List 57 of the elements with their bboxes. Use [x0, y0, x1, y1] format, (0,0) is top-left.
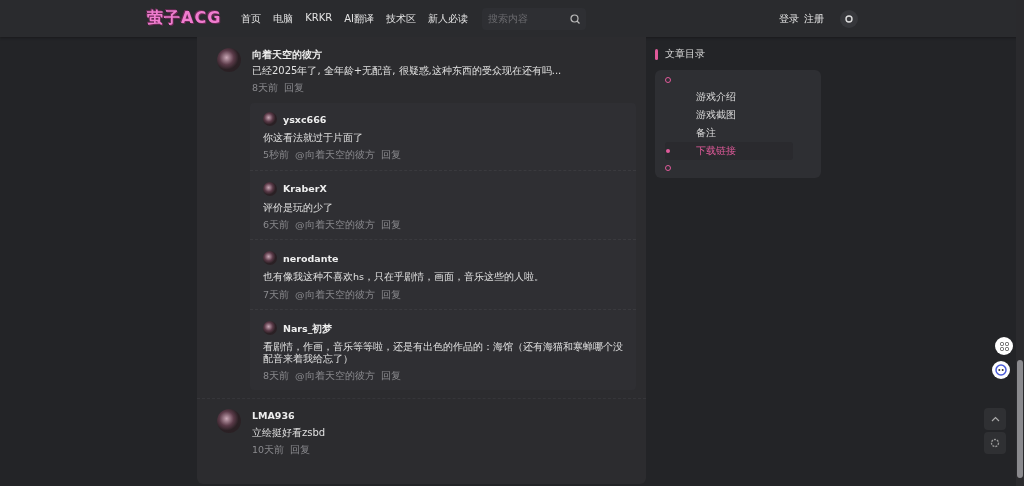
nav-link[interactable]: 新人必读	[428, 11, 469, 26]
avatar-icon	[263, 111, 277, 126]
reply-link[interactable]: 回复	[380, 218, 401, 231]
avatar-icon	[263, 321, 277, 336]
reply-text: 评价是玩的少了	[263, 201, 334, 213]
reply-text: 看剧情，作画，音乐等等啦，还是有出色的作品的：海馆（还有海猫和寒蝉哪个没配音来着我给忘了）	[263, 341, 623, 364]
reply-author: nerodante	[283, 253, 339, 265]
reply-link[interactable]: 回复	[380, 369, 401, 382]
reply-author: ysxc666	[283, 113, 327, 125]
apps-button[interactable]	[995, 337, 1013, 355]
nav-link[interactable]: 电脑	[273, 11, 294, 26]
toc-item[interactable]: 游戏截图	[696, 108, 736, 122]
mention-link[interactable]: @向着天空的彼方	[295, 288, 375, 301]
reply-link[interactable]: 回复	[284, 82, 305, 94]
scrollbar-thumb[interactable]	[1017, 360, 1023, 478]
comment-time: 8天前	[252, 82, 279, 94]
comment-author: 向着天空的彼方	[252, 49, 323, 61]
robot-icon	[995, 364, 1007, 376]
comment-time: 6天前	[263, 218, 290, 231]
avatar-icon	[263, 181, 277, 196]
search-icon[interactable]	[570, 13, 581, 24]
toc-item[interactable]: 游戏介绍	[696, 90, 736, 104]
register-link[interactable]: 注册	[804, 11, 824, 26]
toc-item[interactable]: 备注	[696, 126, 716, 140]
reply-author: KraberX	[283, 183, 327, 195]
mention-link[interactable]: @向着天空的彼方	[295, 149, 375, 161]
comment-time: 7天前	[263, 288, 290, 301]
comment-time: 5秒前	[263, 149, 290, 161]
grid-icon	[999, 341, 1009, 351]
mention-link[interactable]: @向着天空的彼方	[295, 218, 375, 231]
comment-text: 已经2025年了, 全年龄+无配音, 很疑惑,这种东西的受众现在还有吗...	[252, 65, 563, 78]
nav-link[interactable]: 首页	[241, 11, 262, 26]
login-link[interactable]: 登录	[779, 11, 799, 26]
chevron-up-icon	[990, 416, 1000, 422]
theme-toggle[interactable]	[840, 9, 858, 28]
comment-time: 8天前	[263, 369, 290, 382]
avatar-icon	[217, 409, 241, 434]
comment-text: 立绘挺好看zsbd	[252, 426, 327, 439]
reply-link[interactable]: 回复	[380, 149, 401, 161]
site-logo[interactable]: 萤子ACG	[147, 8, 222, 29]
comment-time: 10天前	[252, 443, 285, 456]
nav-link[interactable]: AI翻译	[344, 11, 375, 26]
avatar-icon	[263, 251, 277, 266]
reply-link[interactable]: 回复	[380, 288, 401, 301]
reply-text: 也有像我这种不喜欢hs，只在乎剧情，画面，音乐这些的人啦。	[263, 271, 545, 283]
reply-author: Nars_初梦	[283, 322, 333, 335]
comment-author: LMA936	[252, 410, 296, 422]
mention-link[interactable]: @向着天空的彼方	[295, 369, 375, 382]
chat-button[interactable]	[992, 361, 1010, 379]
scroll-top-button[interactable]	[984, 408, 1006, 430]
avatar-icon	[217, 48, 241, 72]
nav-link[interactable]: KRKR	[305, 11, 333, 26]
nav-link[interactable]: 技术区	[386, 11, 417, 26]
reply-link[interactable]: 回复	[290, 443, 311, 456]
reply-text: 你这看法就过于片面了	[263, 131, 364, 144]
toc-title: 文章目录	[665, 47, 705, 61]
theme-button[interactable]	[984, 432, 1006, 454]
